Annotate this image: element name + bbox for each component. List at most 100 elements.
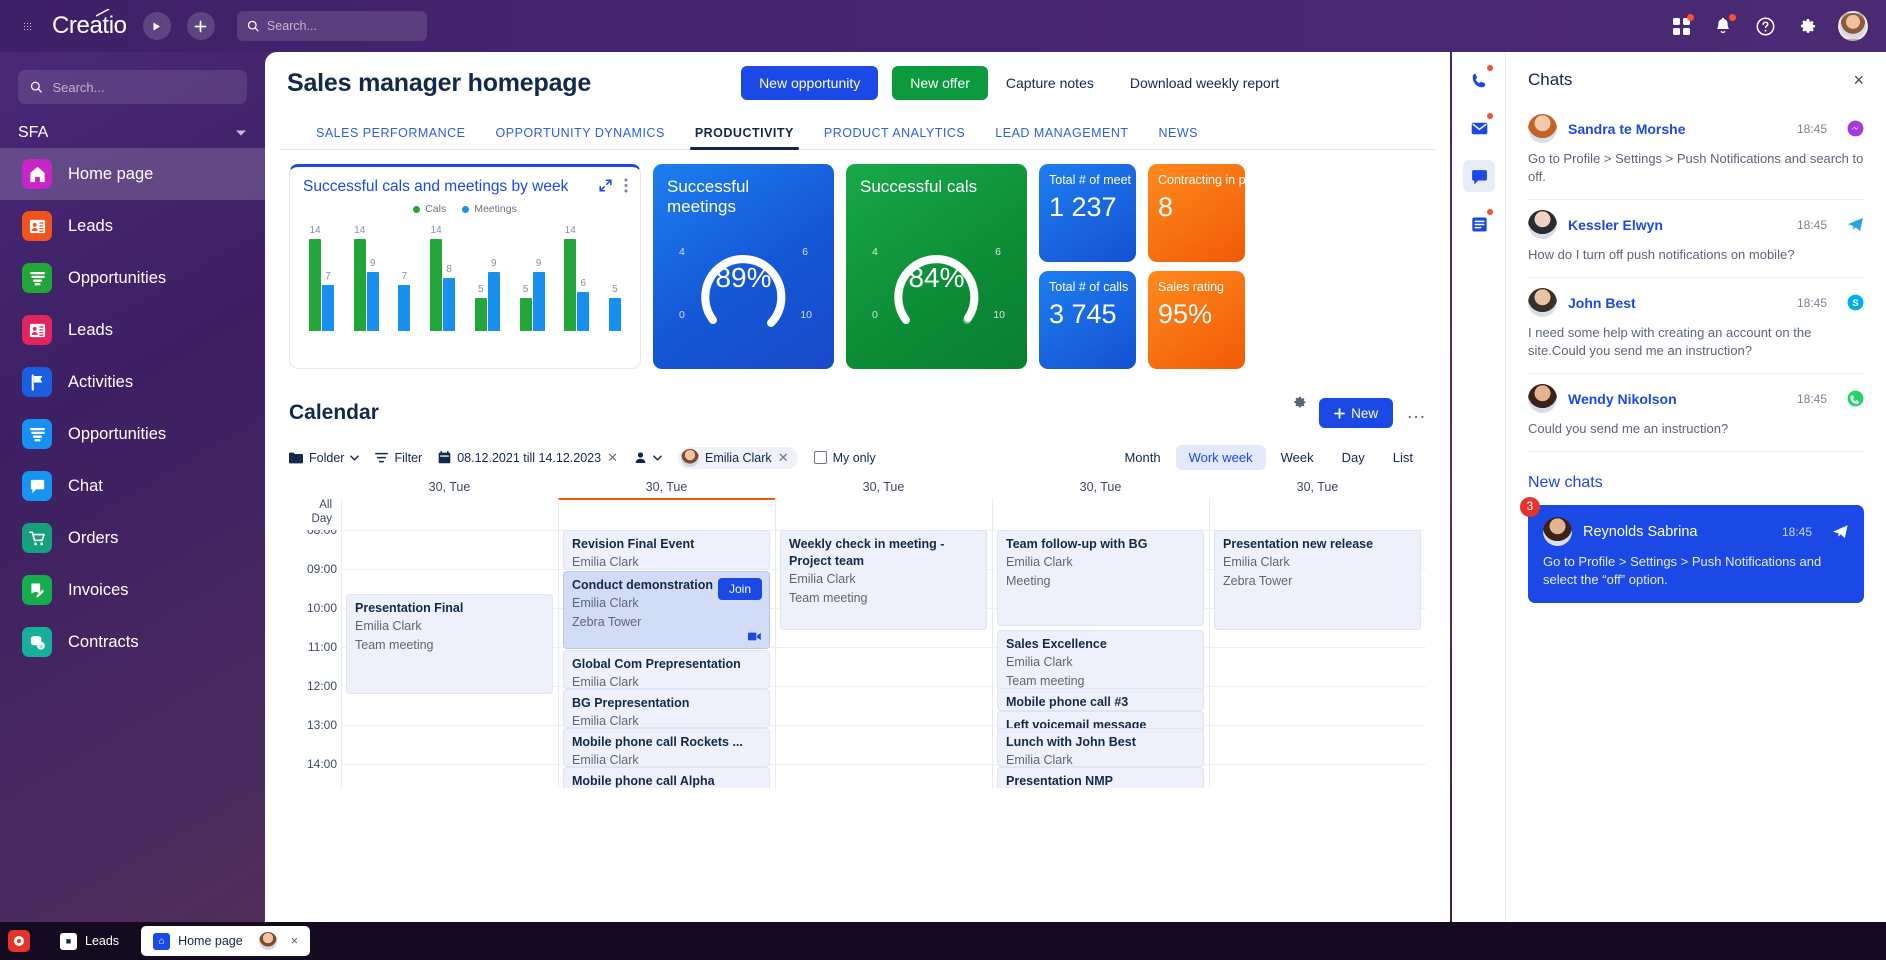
sidebar-section-sfa[interactable]: SFA [18, 124, 247, 142]
calendar-event[interactable]: Presentation NMPEmilia Clark [997, 767, 1204, 788]
global-search-input[interactable] [267, 19, 417, 33]
rail-feed-button[interactable] [1463, 208, 1495, 240]
calendar-cell[interactable] [775, 725, 992, 764]
join-meeting-button[interactable]: Join [718, 578, 762, 600]
calendar-event[interactable]: Team follow-up with BGEmilia ClarkMeetin… [997, 530, 1204, 626]
calendar-event[interactable]: BG PrepresentationEmilia Clark [563, 689, 770, 728]
owner-chip[interactable]: Emilia Clark ✕ [678, 447, 798, 469]
calendar-event[interactable]: Mobile phone call #3 [997, 688, 1204, 711]
close-icon[interactable]: × [1853, 71, 1864, 89]
calendar-settings-button[interactable] [1292, 395, 1307, 415]
calendar-view-list[interactable]: List [1380, 445, 1426, 470]
calendar-event[interactable]: Mobile phone call Rockets ...Emilia Clar… [563, 728, 770, 767]
chat-item[interactable]: Wendy Nikolson18:45Could you send me an … [1528, 374, 1864, 452]
calendar-view-work-week[interactable]: Work week [1176, 445, 1266, 470]
all-day-cell[interactable] [1209, 498, 1426, 530]
new-chat-card[interactable]: 3 Reynolds Sabrina 18:45 Go to Profile >… [1528, 505, 1864, 603]
sidebar-item-invoices-8[interactable]: Invoices [0, 564, 265, 616]
rail-mail-button[interactable] [1463, 112, 1495, 144]
tab-sales-performance[interactable]: SALES PERFORMANCE [301, 126, 481, 149]
apps-grid-icon[interactable] [18, 17, 36, 35]
chat-item[interactable]: Sandra te Morshe18:45Go to Profile > Set… [1528, 104, 1864, 200]
new-offer-button[interactable]: New offer [892, 66, 988, 100]
rail-chat-bubble-button[interactable] [1463, 160, 1495, 192]
sidebar-search-input[interactable] [52, 80, 235, 95]
all-day-cell[interactable] [341, 498, 558, 530]
calendar-view-day[interactable]: Day [1329, 445, 1378, 470]
gauge-tick-mid-left: 4 [872, 246, 878, 258]
calendar-event[interactable]: Weekly check in meeting - Project teamEm… [780, 530, 987, 630]
tab-lead-management[interactable]: LEAD MANAGEMENT [980, 126, 1143, 149]
marketplace-button[interactable] [1670, 15, 1692, 37]
tab-opportunity-dynamics[interactable]: OPPORTUNITY DYNAMICS [481, 126, 680, 149]
sidebar-item-contracts-9[interactable]: SContracts [0, 616, 265, 668]
sidebar-item-orders-7[interactable]: Orders [0, 512, 265, 564]
play-button[interactable] [143, 12, 171, 40]
all-day-cell-today[interactable] [558, 498, 775, 530]
sidebar-item-leads-3[interactable]: Leads [0, 304, 265, 356]
date-range-filter[interactable]: 08.12.2021 till 14.12.2023 ✕ [438, 450, 618, 466]
calendar-more-button[interactable]: ... [1407, 402, 1426, 424]
calendar-cell[interactable] [341, 725, 558, 764]
clear-date-range-icon[interactable]: ✕ [607, 450, 618, 466]
new-activity-button[interactable]: New [1319, 398, 1393, 428]
calendar-event-title: Presentation NMP [1006, 773, 1195, 788]
calendar-cell[interactable] [775, 647, 992, 686]
close-icon[interactable]: × [291, 934, 298, 948]
help-button[interactable] [1754, 15, 1776, 37]
expand-icon[interactable] [599, 179, 612, 192]
add-button[interactable] [187, 12, 215, 40]
settings-button[interactable] [1796, 15, 1818, 37]
calendar-cell[interactable] [1209, 647, 1426, 686]
tab-product-analytics[interactable]: PRODUCT ANALYTICS [809, 126, 980, 149]
chat-item[interactable]: Kessler Elwyn18:45How do I turn off push… [1528, 200, 1864, 278]
sidebar-item-opportunities-2[interactable]: Opportunities [0, 252, 265, 304]
calendar-event[interactable]: Global Com PrepresentationEmilia Clark [563, 650, 770, 689]
chat-item[interactable]: John Best18:45SI need some help with cre… [1528, 278, 1864, 374]
calendar-event[interactable]: Conduct demonstrationEmilia ClarkZebra T… [563, 571, 770, 649]
calendar-cell[interactable] [1209, 764, 1426, 788]
my-only-checkbox[interactable]: My only [814, 451, 876, 465]
calendar-cell[interactable] [775, 764, 992, 788]
remove-owner-icon[interactable]: ✕ [778, 450, 789, 466]
calendar-event[interactable]: Sales ExcellenceEmilia ClarkTeam meeting [997, 630, 1204, 692]
calendar-cell[interactable] [775, 686, 992, 725]
calendar-event[interactable]: Presentation FinalEmilia ClarkTeam meeti… [346, 594, 553, 694]
taskbar-item-leads[interactable]: ■ Leads [48, 926, 131, 956]
tab-news[interactable]: NEWS [1144, 126, 1214, 149]
taskbar-item-home-page[interactable]: ⌂ Home page × [141, 926, 310, 956]
user-avatar[interactable] [1838, 11, 1868, 41]
calendar-event[interactable]: Mobile phone call AlphaEmilia Clark [563, 767, 770, 788]
chart-menu-icon[interactable] [624, 178, 628, 193]
folder-filter[interactable]: Folder [289, 451, 359, 465]
calendar-cell[interactable] [341, 764, 558, 788]
all-day-cell[interactable] [775, 498, 992, 530]
new-opportunity-button[interactable]: New opportunity [741, 66, 878, 100]
all-day-cell[interactable] [992, 498, 1209, 530]
chart-bar-value: 7 [325, 271, 331, 282]
tab-productivity[interactable]: PRODUCTIVITY [680, 126, 809, 149]
calendar-cell[interactable] [1209, 725, 1426, 764]
sidebar-item-opportunities-5[interactable]: Opportunities [0, 408, 265, 460]
calendar-cell[interactable] [1209, 686, 1426, 725]
rail-phone-button[interactable] [1463, 64, 1495, 96]
calendar-event[interactable]: Revision Final EventEmilia Clark [563, 530, 770, 570]
sidebar-item-home-page-0[interactable]: Home page [0, 148, 265, 200]
calendar-view-month[interactable]: Month [1111, 445, 1173, 470]
calendar-event-person: Emilia Clark [572, 712, 761, 728]
taskbar-app-launcher[interactable] [0, 922, 38, 960]
calendar-view-week[interactable]: Week [1268, 445, 1327, 470]
capture-notes-button[interactable]: Capture notes [988, 66, 1112, 100]
calendar-event[interactable]: Presentation new releaseEmilia ClarkZebr… [1214, 530, 1421, 630]
calendar-cell[interactable] [341, 530, 558, 569]
owner-filter[interactable] [634, 451, 662, 464]
sidebar-item-chat-6[interactable]: Chat [0, 460, 265, 512]
sidebar-item-leads-1[interactable]: Leads [0, 200, 265, 252]
filter-button[interactable]: Filter [375, 451, 422, 465]
global-search[interactable] [237, 11, 427, 41]
sidebar-search[interactable] [18, 70, 247, 104]
download-weekly-report-button[interactable]: Download weekly report [1112, 66, 1297, 100]
sidebar-item-activities-4[interactable]: Activities [0, 356, 265, 408]
notifications-button[interactable] [1712, 15, 1734, 37]
calendar-event[interactable]: Lunch with John BestEmilia Clark [997, 728, 1204, 767]
